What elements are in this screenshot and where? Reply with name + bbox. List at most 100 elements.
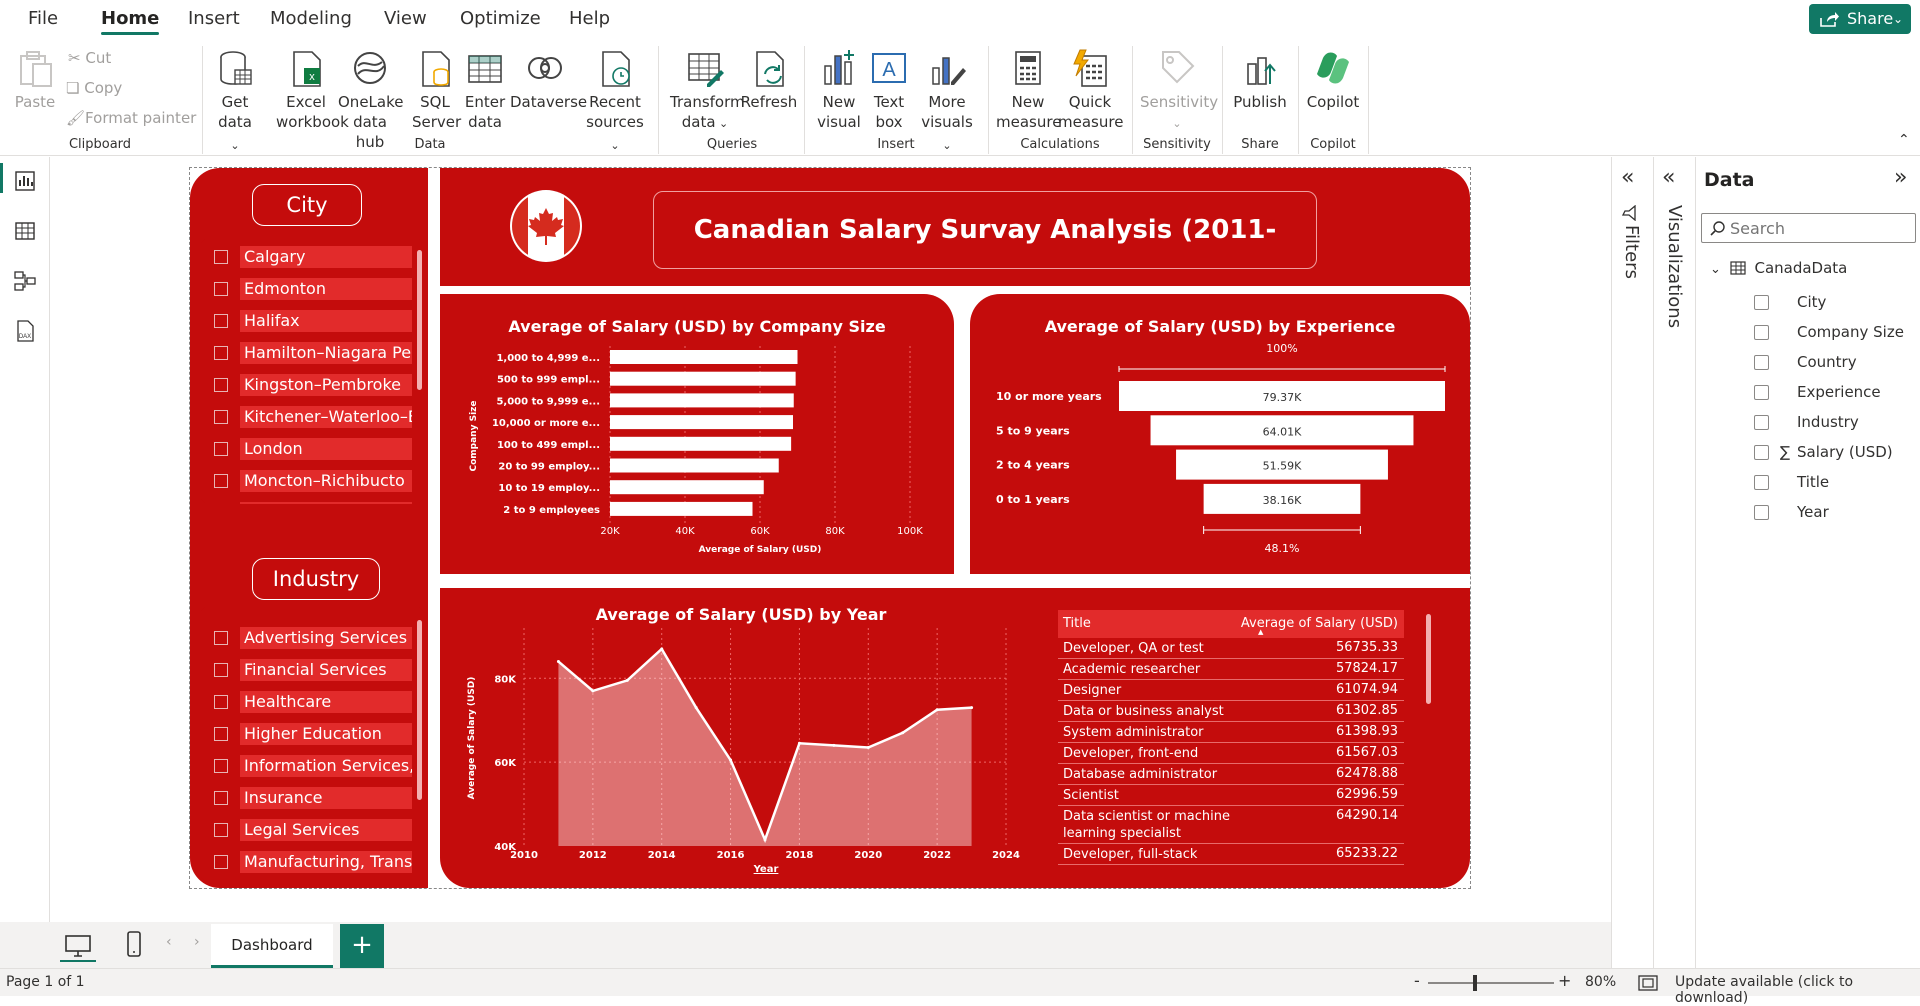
checkbox[interactable] xyxy=(1754,475,1769,490)
checkbox[interactable] xyxy=(214,442,228,456)
experience-visual[interactable]: Average of Salary (USD) by Experience 10… xyxy=(970,294,1470,574)
city-slicer-item[interactable]: Kingston–Pembroke xyxy=(214,374,414,396)
data-point[interactable] xyxy=(694,706,698,710)
checkbox[interactable] xyxy=(214,663,228,677)
table-row[interactable]: Data scientist or machine learning speci… xyxy=(1058,806,1404,844)
checkbox[interactable] xyxy=(214,727,228,741)
filters-pane-tab[interactable]: Filters xyxy=(1621,205,1642,283)
mobile-layout-icon[interactable] xyxy=(126,930,142,958)
quick-measure-button[interactable]: Quick measure xyxy=(1058,48,1123,132)
table-row[interactable]: System administrator 61398.93 xyxy=(1058,722,1404,743)
checkbox[interactable] xyxy=(1754,385,1769,400)
expand-filters-icon[interactable]: « xyxy=(1621,165,1634,190)
table-row[interactable]: Database administrator 62478.88 xyxy=(1058,764,1404,785)
get-data-button[interactable]: Get data ⌄ xyxy=(212,48,258,156)
data-point[interactable] xyxy=(729,758,733,762)
checkbox[interactable] xyxy=(214,378,228,392)
table-row[interactable]: Academic researcher 57824.17 xyxy=(1058,659,1404,680)
table-row[interactable]: Scientist 62996.59 xyxy=(1058,785,1404,806)
industry-slicer-scrollbar[interactable] xyxy=(417,620,422,800)
field-item[interactable]: Company Size xyxy=(1754,321,1904,343)
checkbox[interactable] xyxy=(214,410,228,424)
data-point[interactable] xyxy=(591,689,595,693)
new-visual-button[interactable]: New visual xyxy=(816,48,862,132)
menu-home[interactable]: Home xyxy=(101,0,160,38)
dataverse-button[interactable]: Dataverse xyxy=(510,48,587,112)
checkbox[interactable] xyxy=(214,282,228,296)
checkbox[interactable] xyxy=(1754,355,1769,370)
copy-button[interactable]: ❏ Copy xyxy=(66,76,122,100)
desktop-layout-icon[interactable] xyxy=(64,934,92,958)
data-search-box[interactable] xyxy=(1701,213,1916,243)
table-row[interactable]: Data or business analyst 61302.85 xyxy=(1058,701,1404,722)
industry-slicer-item[interactable]: Healthcare xyxy=(214,691,414,713)
industry-slicer-item[interactable]: Legal Services xyxy=(214,819,414,841)
company-size-visual[interactable]: Average of Salary (USD) by Company Size … xyxy=(440,294,954,574)
sql-server-button[interactable]: SQL Server xyxy=(412,48,461,132)
checkbox[interactable] xyxy=(214,631,228,645)
checkbox[interactable] xyxy=(1754,415,1769,430)
bar[interactable] xyxy=(610,350,798,364)
zoom-slider-thumb[interactable] xyxy=(1473,975,1477,991)
city-slicer-item[interactable]: Edmonton xyxy=(214,278,414,300)
scroll-right-icon[interactable]: › xyxy=(194,934,200,950)
checkbox[interactable] xyxy=(214,791,228,805)
checkbox[interactable] xyxy=(1754,445,1769,460)
dax-query-view-icon[interactable]: DAX xyxy=(13,319,37,343)
publish-button[interactable]: Publish xyxy=(1232,48,1288,112)
field-item[interactable]: City xyxy=(1754,291,1826,313)
menu-view[interactable]: View xyxy=(384,0,427,38)
data-point[interactable] xyxy=(935,708,939,712)
menu-modeling[interactable]: Modeling xyxy=(270,0,352,38)
checkbox[interactable] xyxy=(214,346,228,360)
city-slicer-item[interactable]: London xyxy=(214,438,414,460)
checkbox[interactable] xyxy=(214,474,228,488)
model-view-icon[interactable] xyxy=(13,269,37,293)
checkbox[interactable] xyxy=(214,314,228,328)
data-point[interactable] xyxy=(660,647,664,651)
table-view-icon[interactable] xyxy=(13,219,37,243)
scroll-left-icon[interactable]: ‹ xyxy=(166,934,172,950)
field-item[interactable]: Country xyxy=(1754,351,1857,373)
collapse-ribbon-icon[interactable]: ⌃ xyxy=(1898,132,1910,148)
bar[interactable] xyxy=(610,458,779,473)
industry-slicer-item[interactable]: Insurance xyxy=(214,787,414,809)
field-item[interactable]: Experience xyxy=(1754,381,1881,403)
data-search-input[interactable] xyxy=(1730,217,1910,239)
table-row[interactable]: Developer, full-stack 65233.22 xyxy=(1058,844,1404,865)
page-tab-dashboard[interactable]: Dashboard xyxy=(211,924,333,968)
data-point[interactable] xyxy=(556,660,560,664)
zoom-in-icon[interactable]: + xyxy=(1558,971,1571,990)
checkbox[interactable] xyxy=(214,759,228,773)
industry-slicer-item[interactable]: Financial Services xyxy=(214,659,414,681)
table-row[interactable]: Developer, QA or test 56735.33 xyxy=(1058,638,1404,659)
table-row[interactable]: Designer 61074.94 xyxy=(1058,680,1404,701)
checkbox[interactable] xyxy=(214,250,228,264)
cut-button[interactable]: ✂ Cut xyxy=(68,46,111,70)
collapse-data-pane-icon[interactable]: » xyxy=(1894,165,1907,190)
menu-file[interactable]: File xyxy=(28,0,58,38)
city-slicer-item[interactable]: Calgary xyxy=(214,246,414,268)
field-item[interactable]: ∑ Salary (USD) xyxy=(1754,441,1893,463)
checkbox[interactable] xyxy=(214,695,228,709)
enter-data-button[interactable]: Enter data xyxy=(464,48,506,132)
field-item[interactable]: Industry xyxy=(1754,411,1859,433)
menu-help[interactable]: Help xyxy=(569,0,610,38)
checkbox[interactable] xyxy=(214,855,228,869)
year-visual[interactable]: Average of Salary (USD) by Year 2010 2012… xyxy=(440,588,1042,888)
excel-workbook-button[interactable]: x Excel workbook xyxy=(276,48,349,132)
add-page-button[interactable]: + xyxy=(340,924,384,968)
industry-slicer-item[interactable]: Information Services, I... xyxy=(214,755,414,777)
data-point[interactable] xyxy=(901,731,905,735)
zoom-slider[interactable] xyxy=(1428,975,1554,991)
checkbox[interactable] xyxy=(214,823,228,837)
format-painter-button[interactable]: 🖌Format painter xyxy=(66,106,196,130)
table-header-title[interactable]: Title xyxy=(1063,616,1091,631)
checkbox[interactable] xyxy=(1754,505,1769,520)
transform-data-button[interactable]: Transform data ⌄ xyxy=(670,48,745,134)
data-point[interactable] xyxy=(763,838,767,842)
data-point[interactable] xyxy=(832,743,836,747)
data-point[interactable] xyxy=(797,741,801,745)
table-scrollbar[interactable] xyxy=(1426,614,1431,704)
bar[interactable] xyxy=(610,415,793,430)
